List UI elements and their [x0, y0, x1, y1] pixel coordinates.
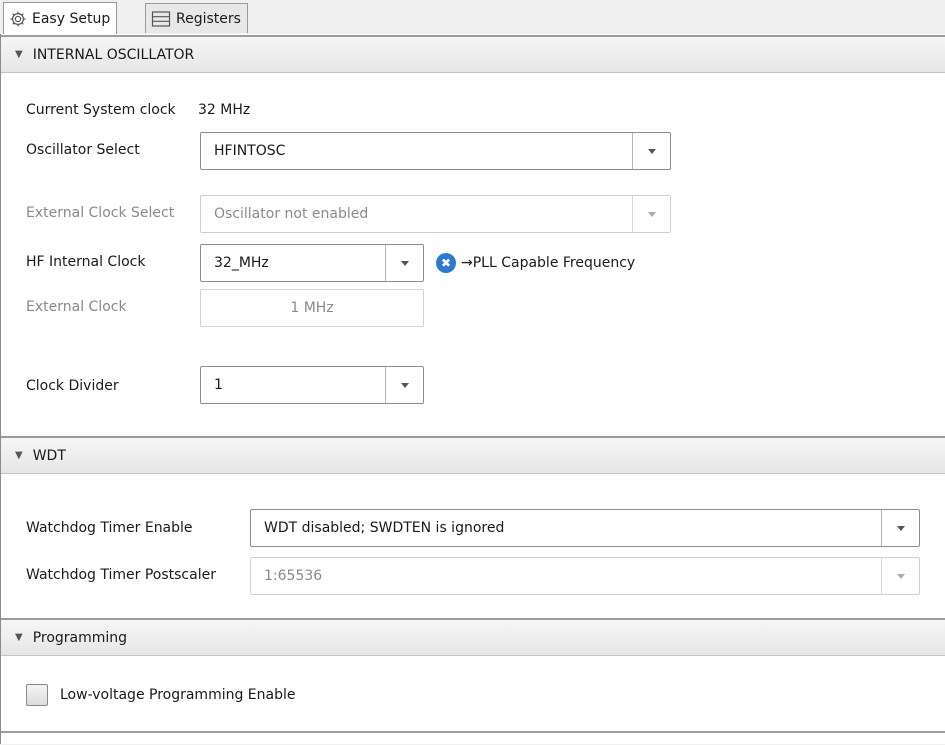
collapse-triangle-icon: ▼	[15, 450, 23, 461]
section-programming-header[interactable]: ▼ Programming	[1, 618, 945, 656]
oscillator-select-label: Oscillator Select	[26, 142, 140, 158]
watchdog-enable-label: Watchdog Timer Enable	[26, 520, 193, 536]
lvp-enable-checkbox[interactable]	[26, 684, 48, 706]
external-clock-select-combo[interactable]: Oscillator not enabled	[200, 195, 671, 233]
chevron-down-icon[interactable]	[632, 133, 670, 169]
watchdog-postscaler-combo[interactable]: 1:65536	[250, 557, 920, 595]
chevron-down-icon[interactable]	[881, 558, 919, 594]
chevron-down-icon[interactable]	[881, 510, 919, 546]
collapse-triangle-icon: ▼	[15, 49, 23, 60]
external-clock-field[interactable]: 1 MHz	[200, 289, 424, 327]
tab-easy-setup-label: Easy Setup	[32, 10, 111, 27]
collapse-triangle-icon: ▼	[15, 632, 23, 643]
hf-internal-clock-value: 32_MHz	[214, 255, 269, 271]
watchdog-enable-combo[interactable]: WDT disabled; SWDTEN is ignored	[250, 509, 920, 547]
clock-divider-value: 1	[214, 377, 223, 393]
hf-internal-clock-combo[interactable]: 32_MHz	[200, 244, 424, 282]
info-badge-icon: ✖	[436, 253, 456, 273]
oscillator-select-value: HFINTOSC	[214, 143, 286, 159]
external-clock-label: External Clock	[26, 299, 127, 315]
watchdog-postscaler-value: 1:65536	[264, 568, 323, 584]
tab-easy-setup[interactable]: Easy Setup	[3, 2, 118, 34]
pll-capable-text: →PLL Capable Frequency	[461, 255, 636, 271]
lvp-enable-label: Low-voltage Programming Enable	[60, 687, 296, 703]
watchdog-enable-value: WDT disabled; SWDTEN is ignored	[264, 520, 505, 536]
watchdog-postscaler-label: Watchdog Timer Postscaler	[26, 567, 216, 583]
tab-strip: Easy Setup Registers	[0, 0, 945, 35]
oscillator-select-combo[interactable]: HFINTOSC	[200, 132, 671, 170]
chevron-down-icon[interactable]	[385, 245, 423, 281]
section-title: Programming	[32, 629, 128, 646]
current-clock-label: Current System clock	[26, 102, 176, 118]
section-internal-oscillator-header[interactable]: ▼ INTERNAL OSCILLATOR	[1, 35, 945, 73]
hf-internal-clock-label: HF Internal Clock	[26, 254, 146, 270]
external-clock-select-label: External Clock Select	[26, 205, 175, 221]
chevron-down-icon[interactable]	[385, 367, 423, 403]
gear-icon	[9, 10, 27, 28]
pll-capable-info: ✖ →PLL Capable Frequency	[436, 253, 635, 273]
section-title: INTERNAL OSCILLATOR	[32, 46, 195, 63]
bottom-divider	[1, 731, 945, 733]
list-icon	[151, 10, 171, 28]
clock-divider-label: Clock Divider	[26, 378, 119, 394]
tab-registers[interactable]: Registers	[145, 3, 248, 33]
tab-registers-label: Registers	[176, 10, 241, 27]
external-clock-select-value: Oscillator not enabled	[214, 206, 369, 222]
clock-divider-combo[interactable]: 1	[200, 366, 424, 404]
current-clock-value: 32 MHz	[198, 102, 251, 118]
section-wdt-header[interactable]: ▼ WDT	[1, 436, 945, 474]
chevron-down-icon[interactable]	[632, 196, 670, 232]
section-title: WDT	[32, 447, 66, 464]
